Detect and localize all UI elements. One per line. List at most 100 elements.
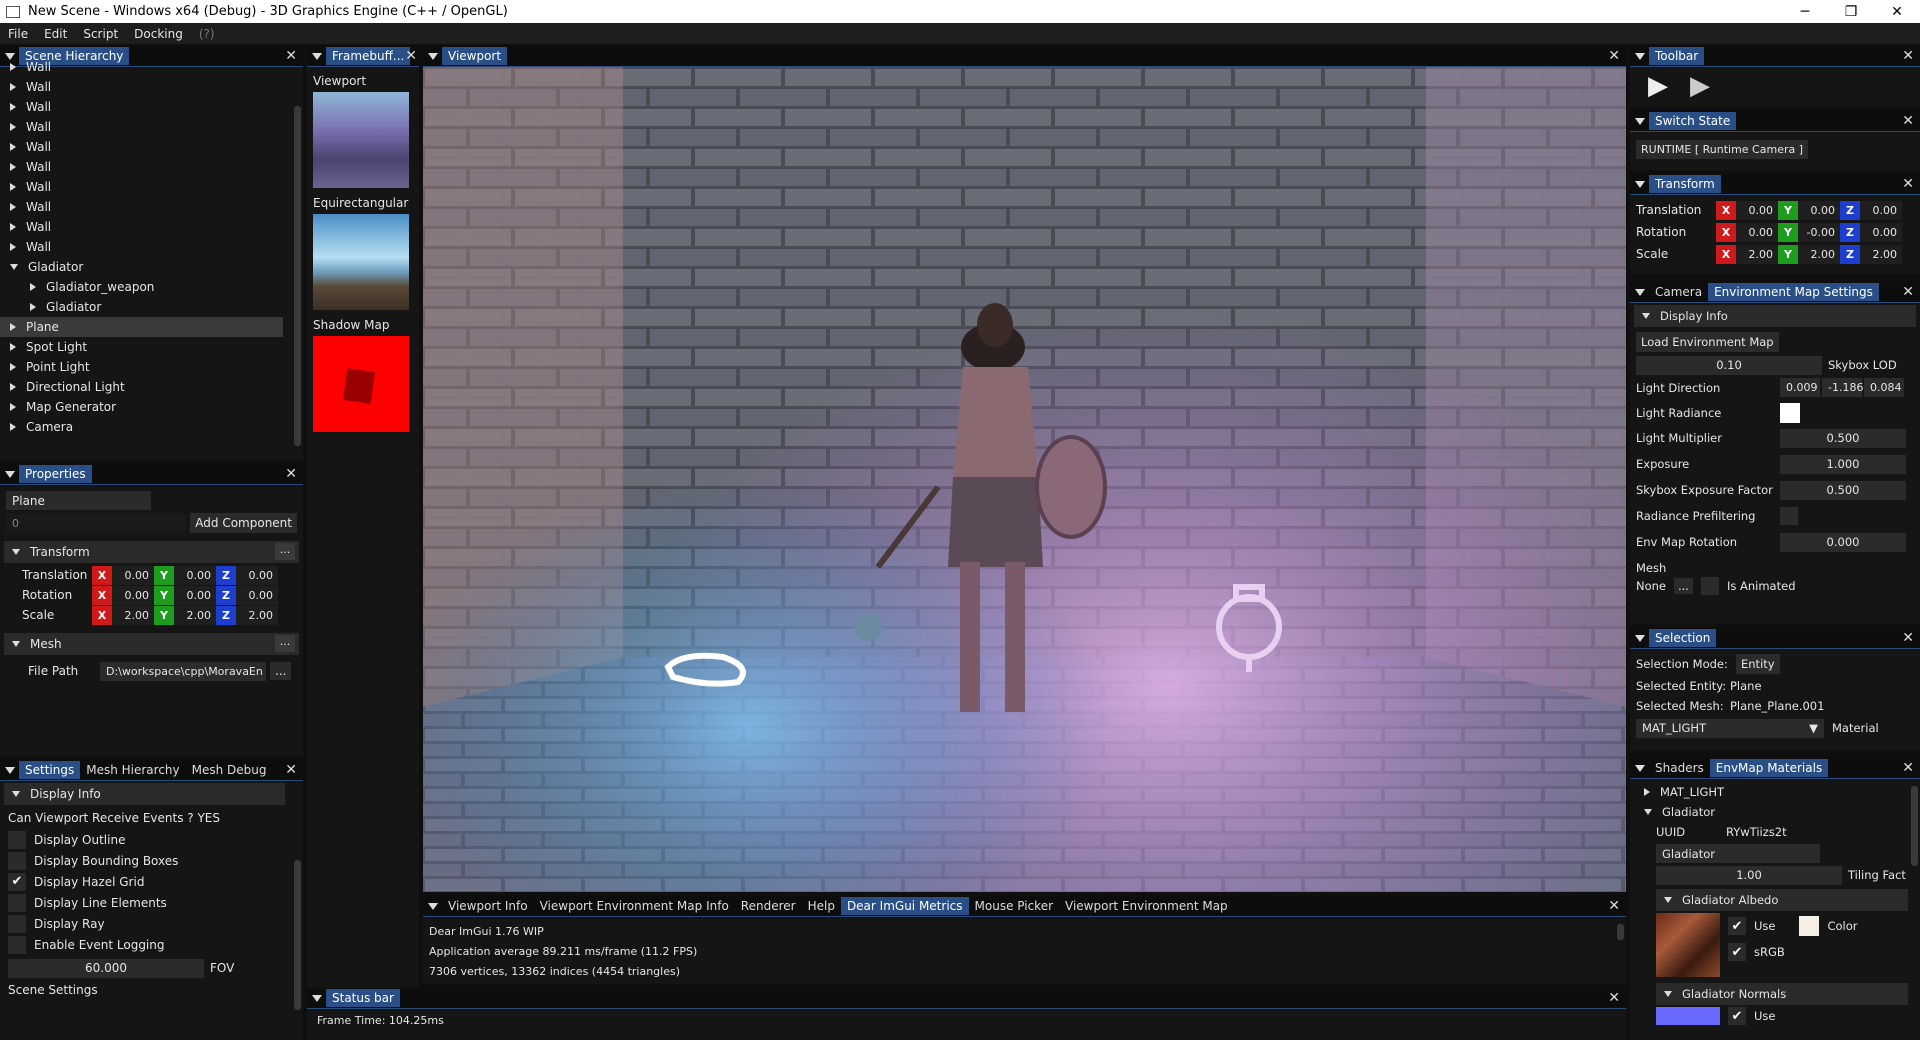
browse-button[interactable]: ... [270,662,292,680]
light-direction-x[interactable]: 0.009 [1780,378,1820,397]
mesh-browse-button[interactable]: ... [1674,578,1693,594]
light-multiplier-input[interactable]: 0.500 [1780,428,1906,448]
translation-z-input[interactable]: 0.00 [236,565,278,585]
collapse-icon[interactable] [428,52,438,60]
settings-option-row[interactable]: Display Bounding Boxes [0,850,303,871]
scale-y-input[interactable]: 2.00 [1798,244,1840,264]
tree-item-plane[interactable]: Plane [0,317,283,337]
close-icon[interactable]: ✕ [1902,760,1914,776]
settings-option-checkbox[interactable] [8,830,26,849]
scale-z-input[interactable]: 2.00 [1860,244,1902,264]
tab-envmap-materials[interactable]: EnvMap Materials [1709,759,1829,777]
albedo-use-checkbox[interactable]: ✔ [1728,917,1746,935]
info-scrollbar[interactable] [1617,924,1624,940]
rotation-y-input[interactable]: 0.00 [174,585,216,605]
expand-arrow-icon[interactable] [10,423,16,431]
translation-z-input[interactable]: 0.00 [1860,200,1902,220]
tree-item-directional-light[interactable]: Directional Light [0,377,303,397]
menu-file[interactable]: File [0,27,36,41]
entity-name-field[interactable]: Plane [6,491,151,510]
close-icon[interactable]: ✕ [1902,48,1914,64]
switch-state-button[interactable]: RUNTIME [ Runtime Camera ] [1636,140,1809,159]
tab-mouse-picker[interactable]: Mouse Picker [969,897,1060,915]
tab-camera[interactable]: Camera [1649,283,1708,301]
collapse-icon[interactable] [1635,117,1645,125]
tab-mesh-debug[interactable]: Mesh Debug [186,761,273,779]
tree-item-wall[interactable]: Wall [0,217,303,237]
transform-section-header[interactable]: Transform... [4,541,299,563]
env-rotation-input[interactable]: 0.000 [1780,532,1906,552]
exposure-input[interactable]: 1.000 [1780,454,1906,474]
close-icon[interactable]: ✕ [1902,113,1914,129]
tab-viewport-info[interactable]: Viewport Info [442,897,534,915]
translation-y-input[interactable]: 0.00 [174,565,216,585]
light-radiance-color-swatch[interactable] [1780,402,1800,423]
collapse-icon[interactable] [428,902,438,910]
close-icon[interactable]: ✕ [1608,990,1620,1006]
tab-viewport-env-map-info[interactable]: Viewport Environment Map Info [534,897,735,915]
settings-option-row[interactable]: Display Ray [0,913,303,934]
expand-arrow-icon[interactable] [10,363,16,371]
settings-option-row[interactable]: ✔ Display Hazel Grid [0,871,303,892]
tab-env-map-settings[interactable]: Environment Map Settings [1708,283,1879,301]
collapse-icon[interactable] [1635,634,1645,642]
tree-item-gladiator-mesh[interactable]: Gladiator [0,297,303,317]
load-env-map-button[interactable]: Load Environment Map [1636,332,1779,352]
rotation-x-input[interactable]: 0.00 [112,585,154,605]
expand-arrow-icon[interactable] [10,123,16,131]
scale-z-input[interactable]: 2.00 [236,605,278,625]
display-info-header[interactable]: Display Info [4,783,285,805]
tab-viewport-env-map[interactable]: Viewport Environment Map [1059,897,1234,915]
tree-item-wall[interactable]: Wall [0,117,303,137]
menu-docking[interactable]: Docking [126,27,191,41]
collapse-icon[interactable] [5,766,15,774]
tab-mesh-hierarchy[interactable]: Mesh Hierarchy [80,761,185,779]
tree-item-gladiator-weapon[interactable]: Gladiator_weapon [0,277,303,297]
expand-arrow-icon[interactable] [10,143,16,151]
rotation-x-input[interactable]: 0.00 [1736,222,1778,242]
tiling-input[interactable]: 1.00 [1656,865,1842,885]
skybox-exposure-input[interactable]: 0.500 [1780,480,1906,500]
tab-selection[interactable]: Selection [1649,629,1717,647]
add-component-button[interactable]: Add Component [190,513,297,533]
close-icon[interactable]: ✕ [285,762,297,778]
settings-scrollbar[interactable] [294,860,301,1010]
expand-arrow-icon[interactable] [10,203,16,211]
expand-arrow-icon[interactable] [30,303,36,311]
tab-status-bar[interactable]: Status bar [326,989,400,1007]
material-item-mat-light[interactable]: MAT_LIGHT [1630,782,1920,802]
close-icon[interactable]: ✕ [1902,630,1914,646]
tab-help[interactable]: Help [802,897,841,915]
collapse-icon[interactable] [1635,288,1645,296]
translation-y-input[interactable]: 0.00 [1798,200,1840,220]
settings-option-checkbox[interactable] [8,893,26,912]
section-menu-button[interactable]: ... [275,635,295,652]
menu-help[interactable]: (?) [191,27,223,41]
close-icon[interactable]: ✕ [285,466,297,482]
expand-arrow-icon[interactable] [10,383,16,391]
tab-switch-state[interactable]: Switch State [1649,112,1737,130]
file-path-field[interactable]: D:\workspace\cpp\MoravaEn [100,661,266,681]
expand-arrow-icon[interactable] [10,63,16,71]
env-display-info-header[interactable]: Display Info [1634,305,1916,327]
collapse-icon[interactable] [1635,52,1645,60]
expand-arrow-icon[interactable] [1644,788,1650,796]
rotation-z-input[interactable]: 0.00 [1860,222,1902,242]
albedo-section-header[interactable]: Gladiator Albedo [1656,889,1908,911]
fov-input[interactable]: 60.000 [8,958,204,978]
close-icon[interactable]: ✕ [1608,48,1620,64]
tree-item-wall[interactable]: Wall [0,197,303,217]
close-icon[interactable]: ✕ [405,48,417,64]
mesh-section-header[interactable]: Mesh... [4,633,299,655]
settings-option-row[interactable]: Enable Event Logging [0,934,303,955]
tree-item-camera[interactable]: Camera [0,417,303,437]
light-direction-z[interactable]: 0.084 [1864,378,1904,397]
tab-renderer[interactable]: Renderer [735,897,802,915]
expand-arrow-icon[interactable] [10,323,16,331]
radiance-prefiltering-checkbox[interactable] [1780,507,1798,525]
expand-arrow-icon[interactable] [10,243,16,251]
expand-arrow-icon[interactable] [30,283,36,291]
maximize-button[interactable]: ❐ [1828,4,1874,20]
materials-scrollbar[interactable] [1911,786,1918,866]
is-animated-checkbox[interactable] [1700,577,1719,595]
